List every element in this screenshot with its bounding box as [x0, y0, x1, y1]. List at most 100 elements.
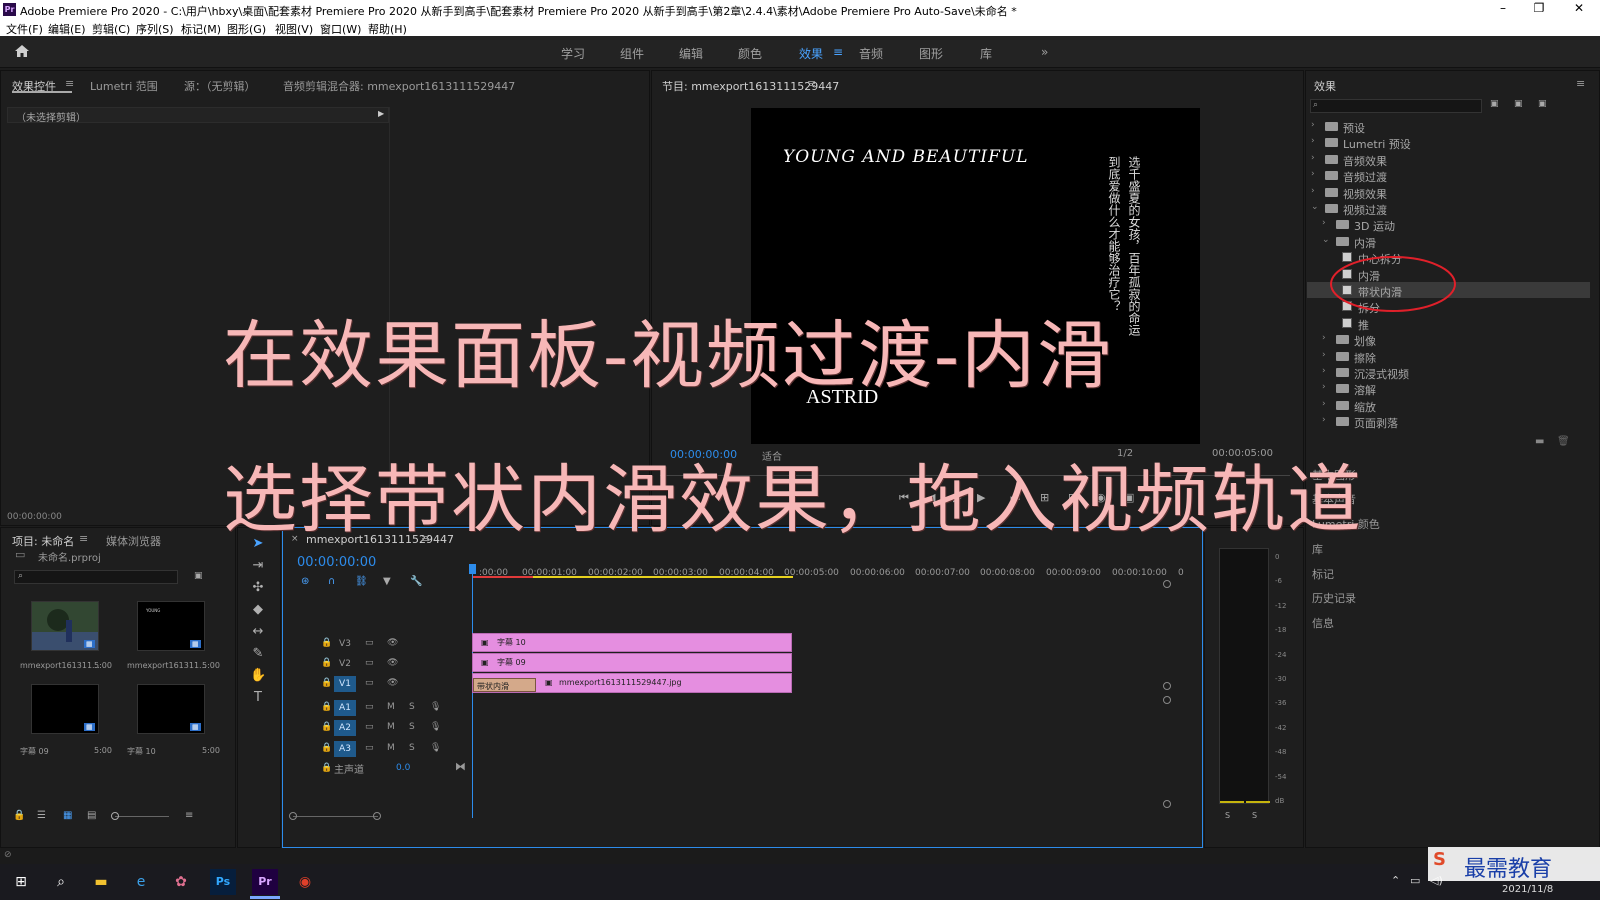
- new-bin-icon[interactable]: ▬: [1535, 436, 1544, 447]
- vertical-scroll-handle[interactable]: [1163, 580, 1171, 588]
- thumb-title-card[interactable]: YOUNG ▦: [137, 601, 205, 651]
- effect-folder[interactable]: 缩放: [1354, 399, 1376, 415]
- network-icon[interactable]: ▭: [1410, 874, 1420, 887]
- menu-graphics[interactable]: 图形(G): [227, 21, 266, 37]
- effect-folder[interactable]: 页面剥落: [1354, 415, 1398, 431]
- workspace-assembly[interactable]: 组件: [620, 45, 644, 62]
- track-lock-icon[interactable]: 🔒: [321, 702, 332, 712]
- restore-button[interactable]: ❐: [1524, 1, 1554, 15]
- chevron-right-icon[interactable]: ›: [1322, 333, 1326, 343]
- track-lock-icon[interactable]: 🔒: [321, 658, 332, 668]
- effect-folder[interactable]: 沉浸式视频: [1354, 366, 1409, 382]
- menu-window[interactable]: 窗口(W): [320, 21, 361, 37]
- workspace-libraries[interactable]: 库: [980, 45, 992, 62]
- chevron-right-icon[interactable]: ›: [1311, 136, 1315, 146]
- file-explorer-icon[interactable]: ▬: [88, 869, 114, 895]
- solo-button[interactable]: S: [409, 722, 415, 732]
- tab-audio-clip-mixer[interactable]: 音频剪辑混合器: mmexport1613111529447: [283, 78, 515, 94]
- sync-lock-icon[interactable]: ▭: [365, 743, 374, 753]
- workspace-audio[interactable]: 音频: [859, 45, 883, 62]
- tab-lumetri-scopes[interactable]: Lumetri 范围: [90, 78, 158, 94]
- mute-button[interactable]: M: [387, 743, 395, 753]
- edge-browser-icon[interactable]: e: [128, 869, 154, 895]
- track-name[interactable]: V2: [334, 656, 356, 672]
- markers-tab[interactable]: 标记: [1312, 566, 1334, 582]
- thumb-caption-09[interactable]: ▦: [31, 684, 99, 734]
- project-search-input[interactable]: ⌕: [14, 570, 178, 584]
- 32bit-icon[interactable]: ▣: [1514, 99, 1523, 109]
- hand-tool-icon[interactable]: ✋: [250, 668, 266, 684]
- track-name[interactable]: V1: [334, 676, 356, 692]
- accelerated-icon[interactable]: ▣: [1490, 99, 1499, 109]
- sort-icon[interactable]: ≡: [185, 810, 193, 821]
- wrench-icon[interactable]: 🔧: [410, 576, 422, 587]
- pen-tool-icon[interactable]: ✎: [250, 646, 266, 662]
- effect-folder[interactable]: 划像: [1354, 333, 1376, 349]
- workspace-effects[interactable]: 效果: [799, 45, 823, 62]
- mute-button[interactable]: M: [387, 722, 395, 732]
- home-icon[interactable]: [14, 44, 30, 58]
- zoom-slider-handle[interactable]: [111, 812, 119, 820]
- close-button[interactable]: ✕: [1564, 1, 1594, 15]
- effect-folder[interactable]: 视频过渡: [1343, 202, 1387, 218]
- chevron-right-icon[interactable]: ›: [1322, 399, 1326, 409]
- chevron-right-icon[interactable]: ›: [1322, 366, 1326, 376]
- track-lock-icon[interactable]: 🔒: [321, 722, 332, 732]
- ripple-edit-tool-icon[interactable]: ✣: [250, 580, 266, 596]
- effect-folder[interactable]: 内滑: [1354, 235, 1376, 251]
- master-end-icon[interactable]: ⧓: [455, 760, 466, 773]
- effect-folder[interactable]: 预设: [1343, 120, 1365, 136]
- solo-button[interactable]: S: [409, 702, 415, 712]
- yuv-icon[interactable]: ▣: [1538, 99, 1547, 109]
- track-name[interactable]: V3: [334, 636, 356, 652]
- transition-band-slide[interactable]: 带状内滑: [473, 678, 536, 692]
- program-menu-icon[interactable]: ≡: [807, 77, 816, 90]
- sync-lock-icon[interactable]: ▭: [365, 678, 374, 688]
- track-lock-icon[interactable]: 🔒: [321, 638, 332, 648]
- chevron-down-icon[interactable]: ⌄: [1322, 235, 1330, 245]
- project-menu-icon[interactable]: ≡: [79, 532, 88, 545]
- freeform-view-icon[interactable]: ▤: [87, 810, 96, 821]
- track-eye-icon[interactable]: 👁: [387, 678, 398, 688]
- mute-button[interactable]: M: [387, 702, 395, 712]
- thumb-photo[interactable]: ▦: [31, 601, 99, 651]
- app-icon[interactable]: ✿: [168, 869, 194, 895]
- workspace-editing[interactable]: 编辑: [679, 45, 703, 62]
- workspace-learn[interactable]: 学习: [561, 45, 585, 62]
- horizontal-scrollbar[interactable]: [293, 816, 378, 817]
- chevron-right-icon[interactable]: ›: [1322, 415, 1326, 425]
- vertical-scroll-handle[interactable]: [1163, 696, 1171, 704]
- menu-help[interactable]: 帮助(H): [368, 21, 407, 37]
- menu-view[interactable]: 视图(V): [275, 21, 313, 37]
- tab-source[interactable]: 源：（无剪辑）: [184, 78, 256, 94]
- tray-chevron-icon[interactable]: ⌃: [1391, 874, 1400, 887]
- linked-selection-icon[interactable]: ⛓: [355, 576, 368, 587]
- sync-lock-icon[interactable]: ▭: [365, 638, 374, 648]
- chevron-right-icon[interactable]: ›: [1311, 169, 1315, 179]
- clip-v3[interactable]: ▣ 字幕 10: [472, 633, 792, 652]
- effect-folder[interactable]: 3D 运动: [1354, 218, 1395, 234]
- menu-clip[interactable]: 剪辑(C): [92, 21, 130, 37]
- solo-right-button[interactable]: S: [1252, 811, 1257, 820]
- menu-sequence[interactable]: 序列(S): [136, 21, 174, 37]
- windows-start-icon[interactable]: ⊞: [8, 869, 34, 895]
- chrome-icon[interactable]: ◉: [292, 869, 318, 895]
- info-tab[interactable]: 信息: [1312, 615, 1334, 631]
- menu-marker[interactable]: 标记(M): [181, 21, 221, 37]
- clip-v2[interactable]: ▣ 字幕 09: [472, 653, 792, 672]
- tab-media-browser[interactable]: 媒体浏览器: [106, 533, 161, 549]
- slip-tool-icon[interactable]: ↔: [250, 624, 266, 640]
- horizontal-scroll-handle[interactable]: [373, 812, 381, 820]
- nest-icon[interactable]: ⊛: [301, 576, 309, 587]
- taskbar-search-icon[interactable]: ⌕: [48, 869, 74, 895]
- track-eye-icon[interactable]: 👁: [387, 658, 398, 668]
- history-tab[interactable]: 历史记录: [1312, 590, 1356, 606]
- tab-menu-icon[interactable]: ≡: [65, 77, 74, 90]
- workspace-graphics[interactable]: 图形: [919, 45, 943, 62]
- tab-project[interactable]: 项目: 未命名: [12, 533, 74, 549]
- premiere-taskbar-icon[interactable]: Pr: [252, 869, 278, 895]
- list-view-icon[interactable]: ☰: [37, 810, 46, 821]
- chevron-right-icon[interactable]: ›: [1311, 153, 1315, 163]
- workspace-menu-icon[interactable]: ≡: [833, 45, 843, 59]
- workspace-color[interactable]: 颜色: [738, 45, 762, 62]
